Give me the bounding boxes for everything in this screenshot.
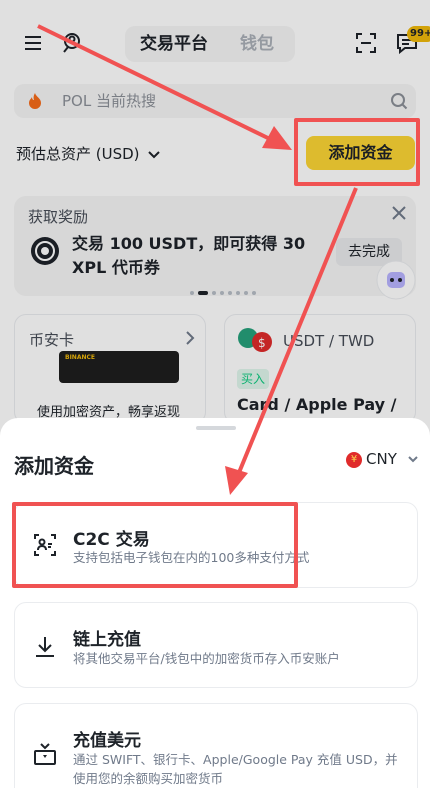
annotation-arrow-line (236, 187, 358, 476)
annotation-arrows (37, 24, 358, 495)
annotation-arrow-line (37, 24, 273, 142)
annotation-arrow-head (225, 466, 248, 495)
